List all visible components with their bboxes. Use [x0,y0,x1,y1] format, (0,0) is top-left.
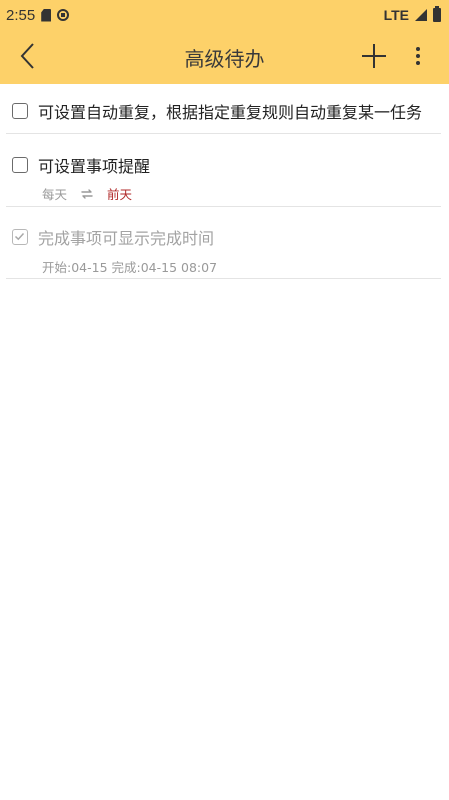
chevron-left-icon [20,43,34,69]
task-title: 可设置事项提醒 [38,157,151,176]
task-checkbox[interactable] [12,157,28,173]
check-icon [14,232,25,241]
more-vert-icon [416,47,420,65]
plus-icon [362,44,386,68]
repeat-label: 每天 [42,187,68,202]
task-checkbox-checked[interactable] [12,229,28,245]
task-item[interactable]: 可设置自动重复，根据指定重复规则自动重复某一任务 [6,84,441,134]
repeat-icon [79,188,95,200]
app-bar: 高级待办 [0,30,449,84]
task-checkbox[interactable] [12,103,28,119]
completion-time: 开始:04-15 完成:04-15 08:07 [42,260,218,275]
network-type: LTE [383,7,409,23]
sim-card-icon [41,8,52,22]
screen: 2:55 LTE 高级待办 可设置自动重复，根据指定重复规则自动重复某一任务 可… [0,0,449,800]
status-time: 2:55 [6,6,36,24]
task-meta: 开始:04-15 完成:04-15 08:07 [42,257,217,276]
notification-icon [57,9,70,21]
task-item[interactable]: 完成事项可显示完成时间 开始:04-15 完成:04-15 08:07 [6,207,441,279]
task-list: 可设置自动重复，根据指定重复规则自动重复某一任务 可设置事项提醒 每天 前天 完… [0,84,449,279]
task-meta: 每天 前天 [42,184,132,203]
add-task-button[interactable] [354,36,394,76]
status-bar: 2:55 LTE [0,0,449,30]
battery-icon [433,6,441,22]
reminder-label: 前天 [107,187,133,202]
task-title: 完成事项可显示完成时间 [38,229,215,248]
task-title: 可设置自动重复，根据指定重复规则自动重复某一任务 [38,103,423,122]
task-item[interactable]: 可设置事项提醒 每天 前天 [6,134,441,207]
header: 2:55 LTE 高级待办 [0,0,449,84]
more-options-button[interactable] [400,36,436,76]
back-button[interactable] [8,36,48,76]
signal-icon [415,9,427,21]
